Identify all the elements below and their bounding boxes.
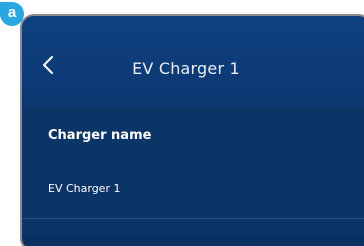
figure-label-badge: a	[0, 2, 24, 26]
charger-name-value[interactable]: EV Charger 1	[48, 182, 120, 195]
screenshot-canvas: a EV Charger 1 Charger name EV Charger 1	[0, 0, 364, 246]
app-screen: EV Charger 1 Charger name EV Charger 1	[20, 14, 364, 246]
top-bar: EV Charger 1	[22, 16, 364, 108]
charger-name-section: Charger name EV Charger 1	[22, 108, 364, 234]
charger-name-label: Charger name	[48, 128, 152, 143]
page-title: EV Charger 1	[132, 59, 240, 78]
divider	[22, 218, 364, 219]
